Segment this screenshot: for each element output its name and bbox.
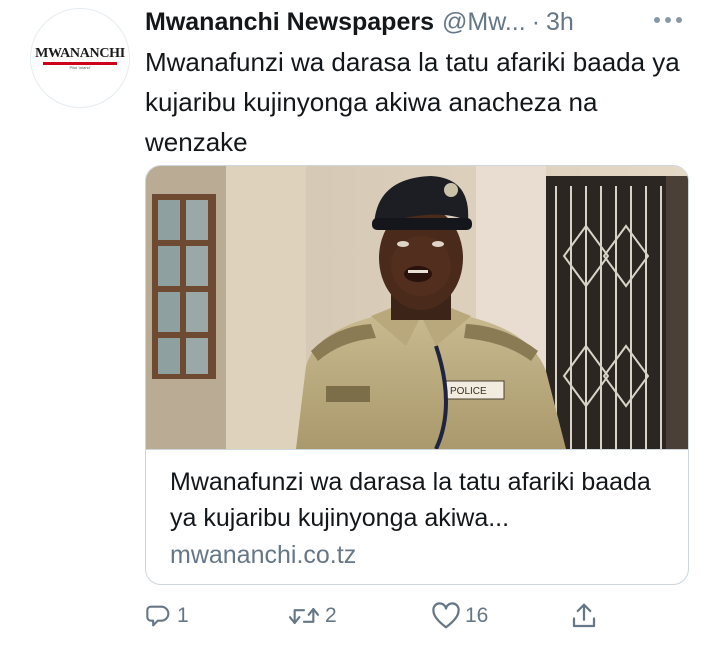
avatar-logo-tagline: Pilot 'inland': [69, 64, 91, 70]
header-separator: ·: [531, 7, 541, 36]
card-title: Mwanafunzi wa darasa la tatu afariki baa…: [170, 468, 651, 532]
more-dots-icon[interactable]: [648, 10, 688, 30]
svg-text:POLICE: POLICE: [450, 386, 487, 397]
tweet-timestamp[interactable]: 3h: [546, 8, 574, 37]
author-name[interactable]: Mwananchi Newspapers: [145, 8, 434, 37]
reply-icon: [145, 602, 173, 630]
card-image[interactable]: POLICE: [146, 166, 688, 449]
tweet-actions: 1 2 16: [145, 596, 615, 636]
link-card[interactable]: POLICE Mwanafunzi wa darasa la tatu afar…: [145, 165, 689, 585]
reply-count: 1: [177, 604, 189, 627]
tweet[interactable]: MWANANCHI Pilot 'inland' Mwananchi Newsp…: [0, 0, 720, 645]
avatar[interactable]: MWANANCHI Pilot 'inland': [30, 8, 130, 108]
retweet-count: 2: [325, 604, 337, 627]
tweet-header: Mwananchi Newspapers @Mw... · 3h: [145, 4, 705, 40]
like-count: 16: [465, 604, 489, 627]
share-button[interactable]: [569, 596, 599, 636]
share-icon: [569, 601, 599, 631]
like-button[interactable]: 16: [431, 596, 488, 636]
tweet-text: Mwanafunzi wa darasa la tatu afariki baa…: [145, 47, 680, 157]
retweet-button[interactable]: 2: [287, 596, 337, 636]
card-domain: mwananchi.co.tz: [170, 541, 357, 569]
card-body[interactable]: Mwanafunzi wa darasa la tatu afariki baa…: [146, 449, 688, 584]
heart-icon: [431, 602, 461, 630]
reply-button[interactable]: 1: [145, 596, 189, 636]
avatar-logo-text: MWANANCHI: [35, 45, 125, 61]
author-handle[interactable]: @Mw...: [442, 8, 526, 37]
retweet-icon: [287, 602, 321, 630]
